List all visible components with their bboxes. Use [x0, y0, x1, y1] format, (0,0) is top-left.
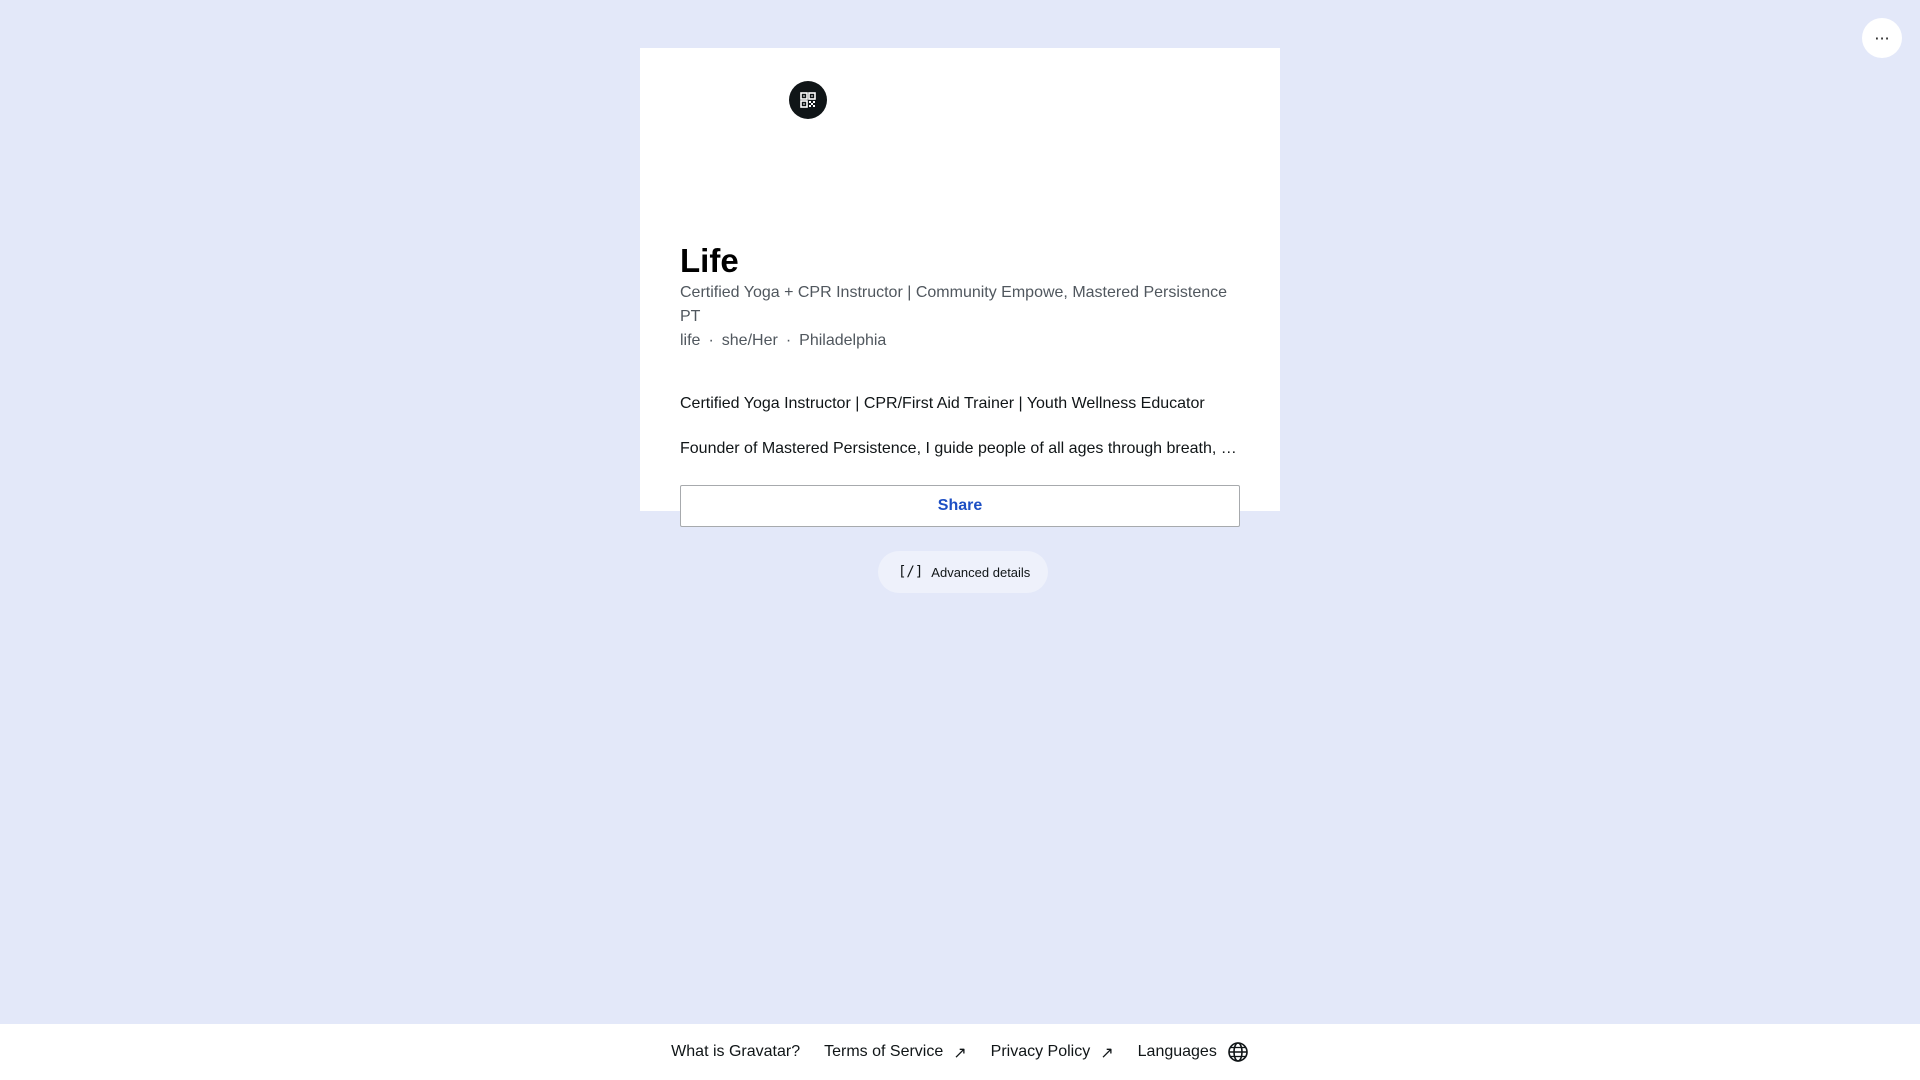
profile-location: Philadelphia: [799, 332, 887, 349]
globe-icon: [1228, 1042, 1248, 1062]
profile-headline: Certified Yoga Instructor | CPR/First Ai…: [680, 395, 1205, 412]
code-icon: [/]: [898, 564, 924, 580]
profile-username: life: [680, 332, 701, 349]
qr-code-icon: [800, 92, 816, 108]
footer-link-label: What is Gravatar?: [671, 1043, 801, 1060]
profile-name: Life: [680, 242, 739, 279]
ellipsis-horizontal-icon: ···: [1874, 28, 1890, 48]
profile-meta-details: life · she/Her · Philadelphia: [680, 329, 1250, 353]
footer-link-terms-of-service[interactable]: Terms of Service ↗: [824, 1043, 967, 1062]
qr-code-button[interactable]: [789, 81, 827, 119]
advanced-details-label: Advanced details: [931, 564, 1031, 580]
external-link-icon: ↗: [1100, 1042, 1114, 1062]
advanced-details-button[interactable]: [/] Advanced details: [878, 551, 1049, 593]
footer: What is Gravatar? Terms of Service ↗ Pri…: [0, 1024, 1920, 1080]
meta-separator: ·: [785, 332, 792, 349]
profile-meta: Certified Yoga + CPR Instructor | Commun…: [680, 281, 1250, 353]
meta-separator: ·: [708, 332, 714, 349]
footer-link-label: Terms of Service: [824, 1043, 944, 1060]
profile-card: Life Certified Yoga + CPR Instructor | C…: [640, 48, 1280, 527]
profile-job-title: Certified Yoga + CPR Instructor | Commun…: [680, 284, 1228, 325]
footer-link-label: Languages: [1137, 1043, 1217, 1060]
footer-link-privacy-policy[interactable]: Privacy Policy ↗: [991, 1043, 1114, 1062]
footer-link-what-is-gravatar[interactable]: What is Gravatar?: [671, 1043, 800, 1061]
external-link-icon: ↗: [953, 1042, 967, 1062]
footer-link-label: Privacy Policy: [990, 1043, 1091, 1060]
footer-link-languages[interactable]: Languages: [1138, 1041, 1249, 1063]
more-options-button[interactable]: ···: [1862, 18, 1902, 58]
profile-description: Founder of Mastered Persistence, I guide…: [680, 440, 1240, 457]
share-button[interactable]: Share: [680, 485, 1240, 527]
profile-pronouns: she/Her: [721, 332, 778, 349]
